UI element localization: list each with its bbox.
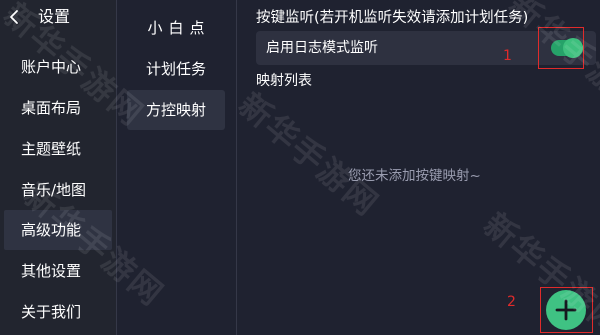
annotation-marker-2: 2 [507,294,516,310]
back-header[interactable]: 设置 [0,0,116,34]
plus-icon [555,299,577,321]
subnav-divider [236,0,237,335]
add-mapping-button[interactable] [546,290,586,330]
annotation-marker-1: 1 [503,48,512,64]
settings-sidebar: 设置 账户中心 桌面布局 主题壁纸 音乐/地图 高级功能 其他设置 关于我们 [0,0,116,335]
sub-navigation: 小白点 计划任务 方控映射 [117,0,237,335]
subnav-item-scheduled-tasks[interactable]: 计划任务 [127,49,225,89]
sidebar-item-label: 主题壁纸 [21,140,82,158]
sidebar-item-label: 其他设置 [21,262,82,280]
highlight-box-1 [538,27,584,69]
sidebar-item-theme[interactable]: 主题壁纸 [4,129,112,169]
subnav-item-label: 小白点 [147,19,211,37]
sidebar-item-label: 桌面布局 [21,99,82,117]
subnav-item-label: 方控映射 [145,101,206,119]
subnav-item-key-mapping[interactable]: 方控映射 [127,90,225,130]
log-mode-label: 启用日志模式监听 [266,40,378,56]
sidebar-item-advanced[interactable]: 高级功能 [4,210,112,250]
subnav-item-label: 计划任务 [145,60,206,78]
sidebar-item-account[interactable]: 账户中心 [4,47,112,87]
sidebar-item-label: 关于我们 [21,303,82,321]
list-title: 映射列表 [256,73,312,89]
chevron-left-icon[interactable] [6,9,22,25]
sidebar-item-desktop-layout[interactable]: 桌面布局 [4,88,112,128]
sidebar-item-label: 音乐/地图 [21,181,87,199]
subnav-item-white-dot[interactable]: 小白点 [127,8,225,48]
sidebar-item-label: 高级功能 [21,221,82,239]
section-title: 按键监听(若开机监听失效请添加计划任务) [256,10,529,26]
empty-state-message: 您还未添加按键映射~ [348,168,481,184]
sidebar-item-label: 账户中心 [21,58,82,76]
sidebar-item-music-map[interactable]: 音乐/地图 [4,170,112,210]
page-title: 设置 [38,7,71,26]
sidebar-item-about[interactable]: 关于我们 [4,292,112,332]
sidebar-item-other-settings[interactable]: 其他设置 [4,251,112,291]
main-panel: 按键监听(若开机监听失效请添加计划任务) 启用日志模式监听 1 映射列表 您还未… [248,0,600,335]
